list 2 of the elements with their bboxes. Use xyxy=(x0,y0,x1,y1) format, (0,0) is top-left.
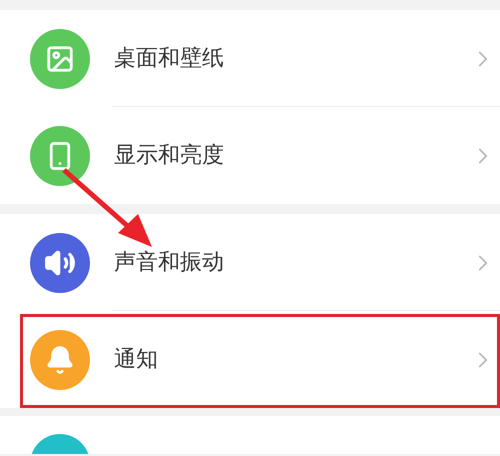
bell-icon xyxy=(45,344,75,374)
picture-icon xyxy=(45,44,75,74)
